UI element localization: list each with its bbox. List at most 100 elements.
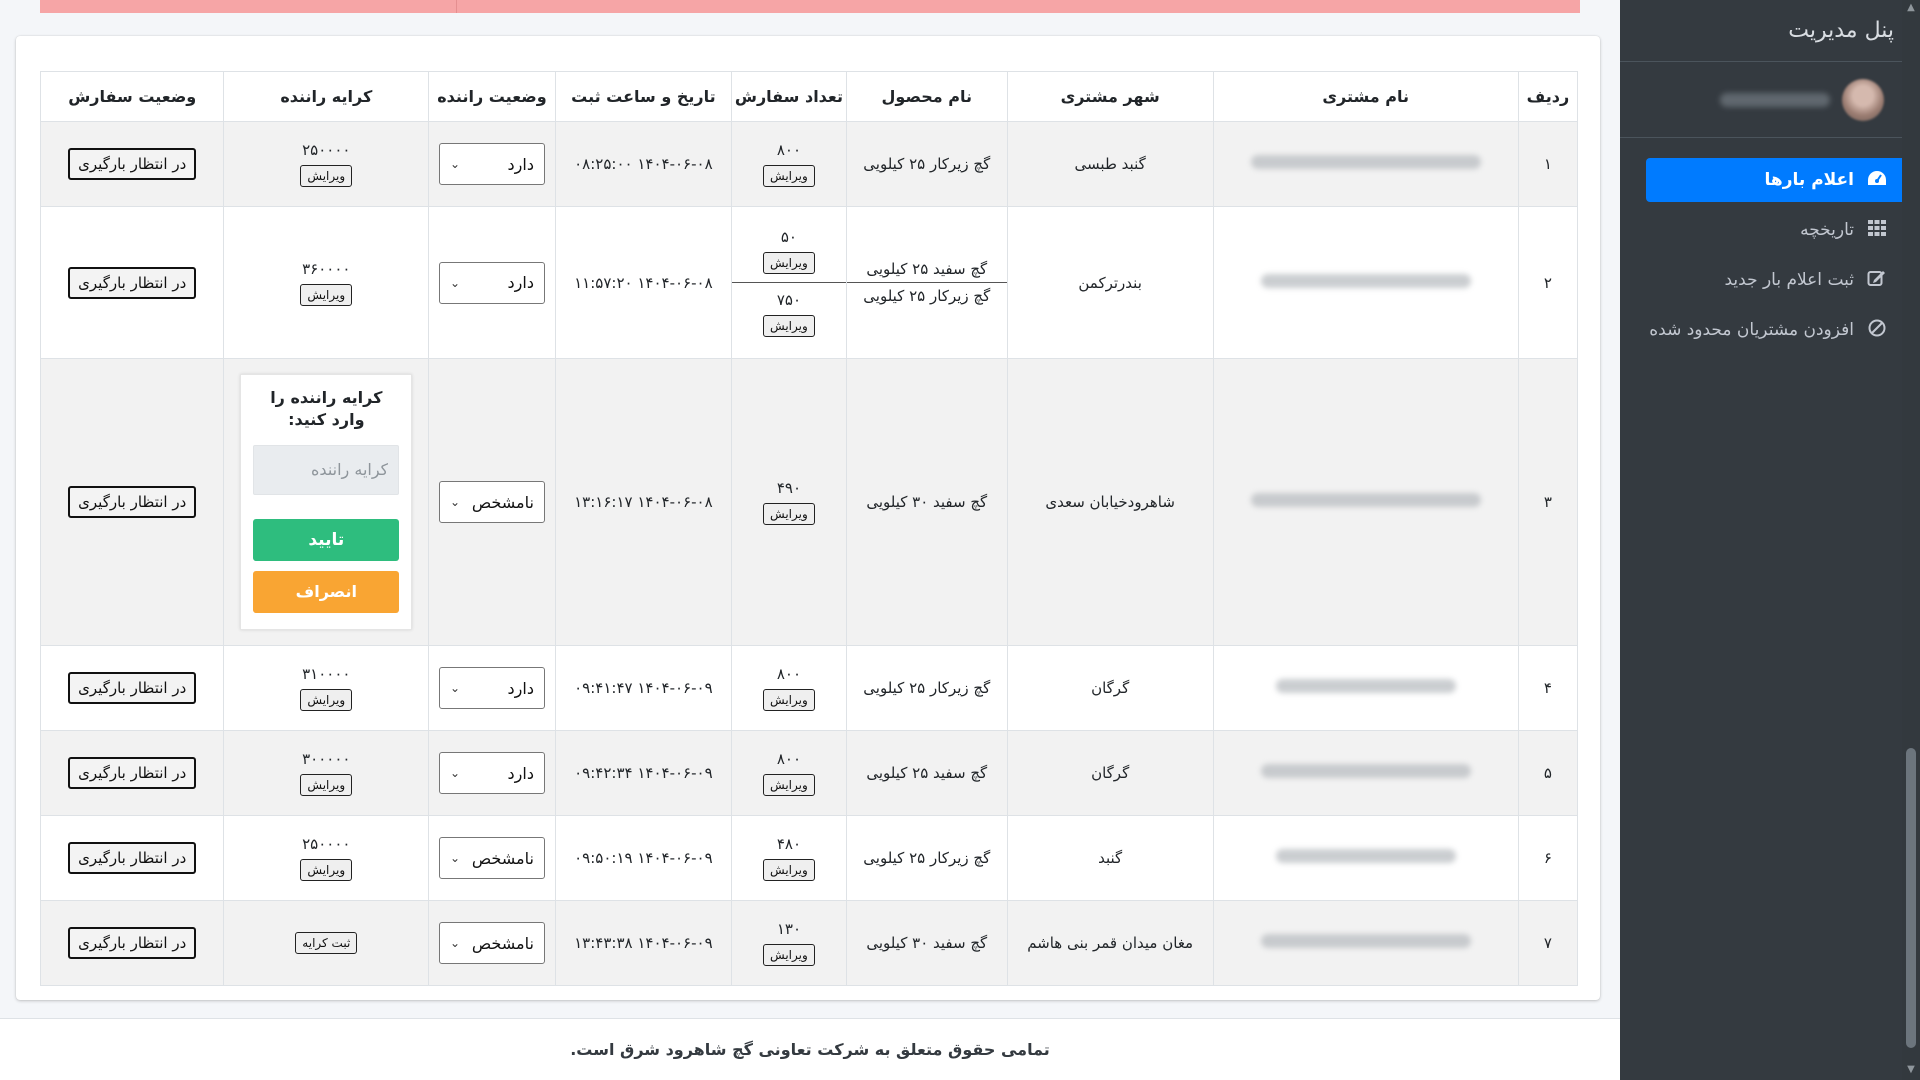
sidebar: پنل مدیریت اعلام بارها تاریخچه ثبت اعلام… bbox=[1620, 0, 1920, 1080]
driver-status-value: نامشخص bbox=[471, 933, 534, 953]
edit-quantity-button[interactable]: ویرایش bbox=[763, 689, 815, 711]
edit-quantity-button[interactable]: ویرایش bbox=[763, 252, 815, 274]
order-status-button[interactable]: در انتظار بارگیری bbox=[68, 927, 197, 959]
blurred-name bbox=[1260, 273, 1471, 288]
quantity-value: ۵۰ bbox=[780, 228, 797, 246]
edit-fare-button[interactable]: ویرایش bbox=[300, 774, 353, 796]
sidebar-item-restricted-customers[interactable]: افزودن مشتریان محدود شده bbox=[1646, 308, 1908, 352]
sidebar-item-history[interactable]: تاریخچه bbox=[1646, 208, 1908, 252]
cancel-fare-button[interactable]: انصراف bbox=[253, 570, 400, 613]
edit-quantity-button[interactable]: ویرایش bbox=[763, 503, 815, 525]
chevron-down-icon: ⌄ bbox=[449, 766, 460, 780]
order-status-button[interactable]: در انتظار بارگیری bbox=[68, 486, 197, 518]
blurred-name bbox=[1260, 764, 1471, 778]
edit-quantity-button[interactable]: ویرایش bbox=[763, 165, 815, 187]
sidebar-item-load-announcements[interactable]: اعلام بارها bbox=[1646, 158, 1908, 202]
order-status-button[interactable]: در انتظار بارگیری bbox=[68, 148, 197, 180]
edit-quantity-button[interactable]: ویرایش bbox=[763, 859, 815, 881]
edit-fare-button[interactable]: ویرایش bbox=[300, 859, 353, 881]
customer-name-blurred bbox=[1212, 900, 1519, 986]
product-name: گچ سفید ۳۰ کیلویی bbox=[845, 358, 1008, 646]
row-index: ۷ bbox=[1517, 900, 1579, 986]
order-status-button[interactable]: در انتظار بارگیری bbox=[68, 757, 197, 789]
col-header-quantity: تعداد سفارش bbox=[731, 71, 847, 122]
table-row: ۳ شاهرودخیابان سعدی گچ سفید ۳۰ کیلویی ۴۹… bbox=[39, 358, 1579, 646]
sidebar-item-label: اعلام بارها bbox=[1764, 170, 1854, 190]
driver-status-select[interactable]: دارد ⌄ bbox=[438, 752, 545, 794]
driver-status-select[interactable]: نامشخص ⌄ bbox=[438, 922, 545, 964]
customer-name-blurred bbox=[1212, 815, 1519, 901]
fare-value: ۲۵۰۰۰۰ bbox=[302, 141, 351, 159]
row-index: ۱ bbox=[1517, 121, 1579, 207]
product-name: گچ زیرکار ۲۵ کیلویی bbox=[845, 121, 1008, 207]
table-row: ۲ بندرترکمن گچ سفید ۲۵ کیلویی گچ زیرکار … bbox=[39, 206, 1579, 359]
edit-quantity-button[interactable]: ویرایش bbox=[763, 315, 815, 337]
order-status-button[interactable]: در انتظار بارگیری bbox=[68, 266, 197, 299]
driver-status-select[interactable]: نامشخص ⌄ bbox=[438, 481, 545, 523]
quantity-value: ۷۵۰ bbox=[776, 291, 801, 309]
fare-input[interactable] bbox=[253, 444, 400, 495]
confirm-fare-button[interactable]: تایید bbox=[253, 518, 400, 561]
ban-icon bbox=[1866, 319, 1888, 342]
driver-fare-cell: کرایه راننده را وارد کنید: تایید انصراف bbox=[223, 358, 430, 646]
scroll-down-icon[interactable]: ▼ bbox=[1905, 1064, 1917, 1078]
edit-fare-button[interactable]: ویرایش bbox=[300, 165, 353, 187]
order-status-cell: در انتظار بارگیری bbox=[39, 900, 225, 986]
product-line: گچ زیرکار ۲۵ کیلویی bbox=[863, 155, 991, 173]
customer-city: مغان میدان قمر بنی هاشم bbox=[1006, 900, 1214, 986]
alert-strip-divider bbox=[456, 0, 457, 13]
product-line: گچ سفید ۲۵ کیلویی bbox=[866, 764, 988, 782]
order-status-button[interactable]: در انتظار بارگیری bbox=[68, 672, 197, 704]
sidebar-item-label: افزودن مشتریان محدود شده bbox=[1649, 320, 1854, 340]
col-header-datetime: تاریخ و ساعت ثبت bbox=[554, 71, 733, 122]
blurred-name bbox=[1275, 849, 1456, 863]
driver-status-select[interactable]: دارد ⌄ bbox=[438, 667, 545, 709]
main-content: ردیف نام مشتری شهر مشتری نام محصول تعداد… bbox=[0, 0, 1620, 1080]
driver-status-select[interactable]: دارد ⌄ bbox=[438, 261, 545, 304]
customer-name-blurred bbox=[1212, 121, 1519, 207]
fare-entry-form: کرایه راننده را وارد کنید: تایید انصراف bbox=[240, 374, 413, 630]
page-scrollbar[interactable]: ▲ ▼ bbox=[1902, 0, 1920, 1080]
driver-status-cell: دارد ⌄ bbox=[428, 645, 556, 731]
driver-fare-cell: ثبت کرایه bbox=[223, 900, 430, 986]
table-row: ۷ مغان میدان قمر بنی هاشم گچ سفید ۳۰ کیل… bbox=[39, 900, 1579, 986]
edit-quantity-button[interactable]: ویرایش bbox=[763, 944, 815, 966]
fare-form-label: کرایه راننده را وارد کنید: bbox=[270, 388, 383, 429]
brand-title[interactable]: پنل مدیریت bbox=[1620, 0, 1920, 62]
edit-icon bbox=[1866, 269, 1888, 292]
scrollbar-thumb[interactable] bbox=[1906, 748, 1916, 1048]
blurred-name bbox=[1275, 679, 1456, 693]
customer-city: گنبد bbox=[1006, 815, 1214, 901]
register-fare-button[interactable]: ثبت کرایه bbox=[295, 932, 358, 954]
order-status-cell: در انتظار بارگیری bbox=[39, 121, 225, 207]
order-datetime: ۱۴۰۴-۰۶-۰۸ ۱۱:۵۷:۲۰ bbox=[554, 206, 733, 359]
product-line: گچ زیرکار ۲۵ کیلویی bbox=[863, 679, 991, 697]
quantity-value: ۱۳۰ bbox=[776, 920, 801, 938]
driver-status-cell: دارد ⌄ bbox=[428, 206, 556, 359]
driver-status-select[interactable]: دارد ⌄ bbox=[438, 143, 545, 185]
dashboard-icon bbox=[1866, 169, 1888, 192]
scroll-up-icon[interactable]: ▲ bbox=[1905, 2, 1917, 16]
customer-name-blurred bbox=[1212, 358, 1519, 646]
order-quantity: ۸۰۰ ویرایش bbox=[731, 645, 847, 731]
edit-quantity-button[interactable]: ویرایش bbox=[763, 774, 815, 796]
sidebar-item-new-load[interactable]: ثبت اعلام بار جدید bbox=[1646, 258, 1908, 302]
edit-fare-button[interactable]: ویرایش bbox=[300, 283, 353, 306]
sidebar-item-label: تاریخچه bbox=[1800, 220, 1854, 240]
chevron-down-icon: ⌄ bbox=[449, 495, 460, 509]
product-line: گچ زیرکار ۲۵ کیلویی bbox=[863, 849, 991, 867]
order-datetime: ۱۴۰۴-۰۶-۰۹ ۰۹:۴۱:۴۷ bbox=[554, 645, 733, 731]
driver-status-value: دارد bbox=[507, 154, 534, 174]
chevron-down-icon: ⌄ bbox=[449, 157, 460, 171]
user-panel[interactable] bbox=[1620, 62, 1906, 138]
row-index: ۴ bbox=[1517, 645, 1579, 731]
driver-status-select[interactable]: نامشخص ⌄ bbox=[438, 837, 545, 879]
row-index: ۲ bbox=[1517, 206, 1579, 359]
order-status-button[interactable]: در انتظار بارگیری bbox=[68, 842, 197, 874]
driver-status-value: نامشخص bbox=[471, 492, 534, 512]
customer-name-blurred bbox=[1212, 645, 1519, 731]
blurred-name bbox=[1250, 493, 1481, 507]
edit-fare-button[interactable]: ویرایش bbox=[300, 689, 353, 711]
quantity-value: ۸۰۰ bbox=[776, 141, 801, 159]
chevron-down-icon: ⌄ bbox=[449, 275, 460, 290]
